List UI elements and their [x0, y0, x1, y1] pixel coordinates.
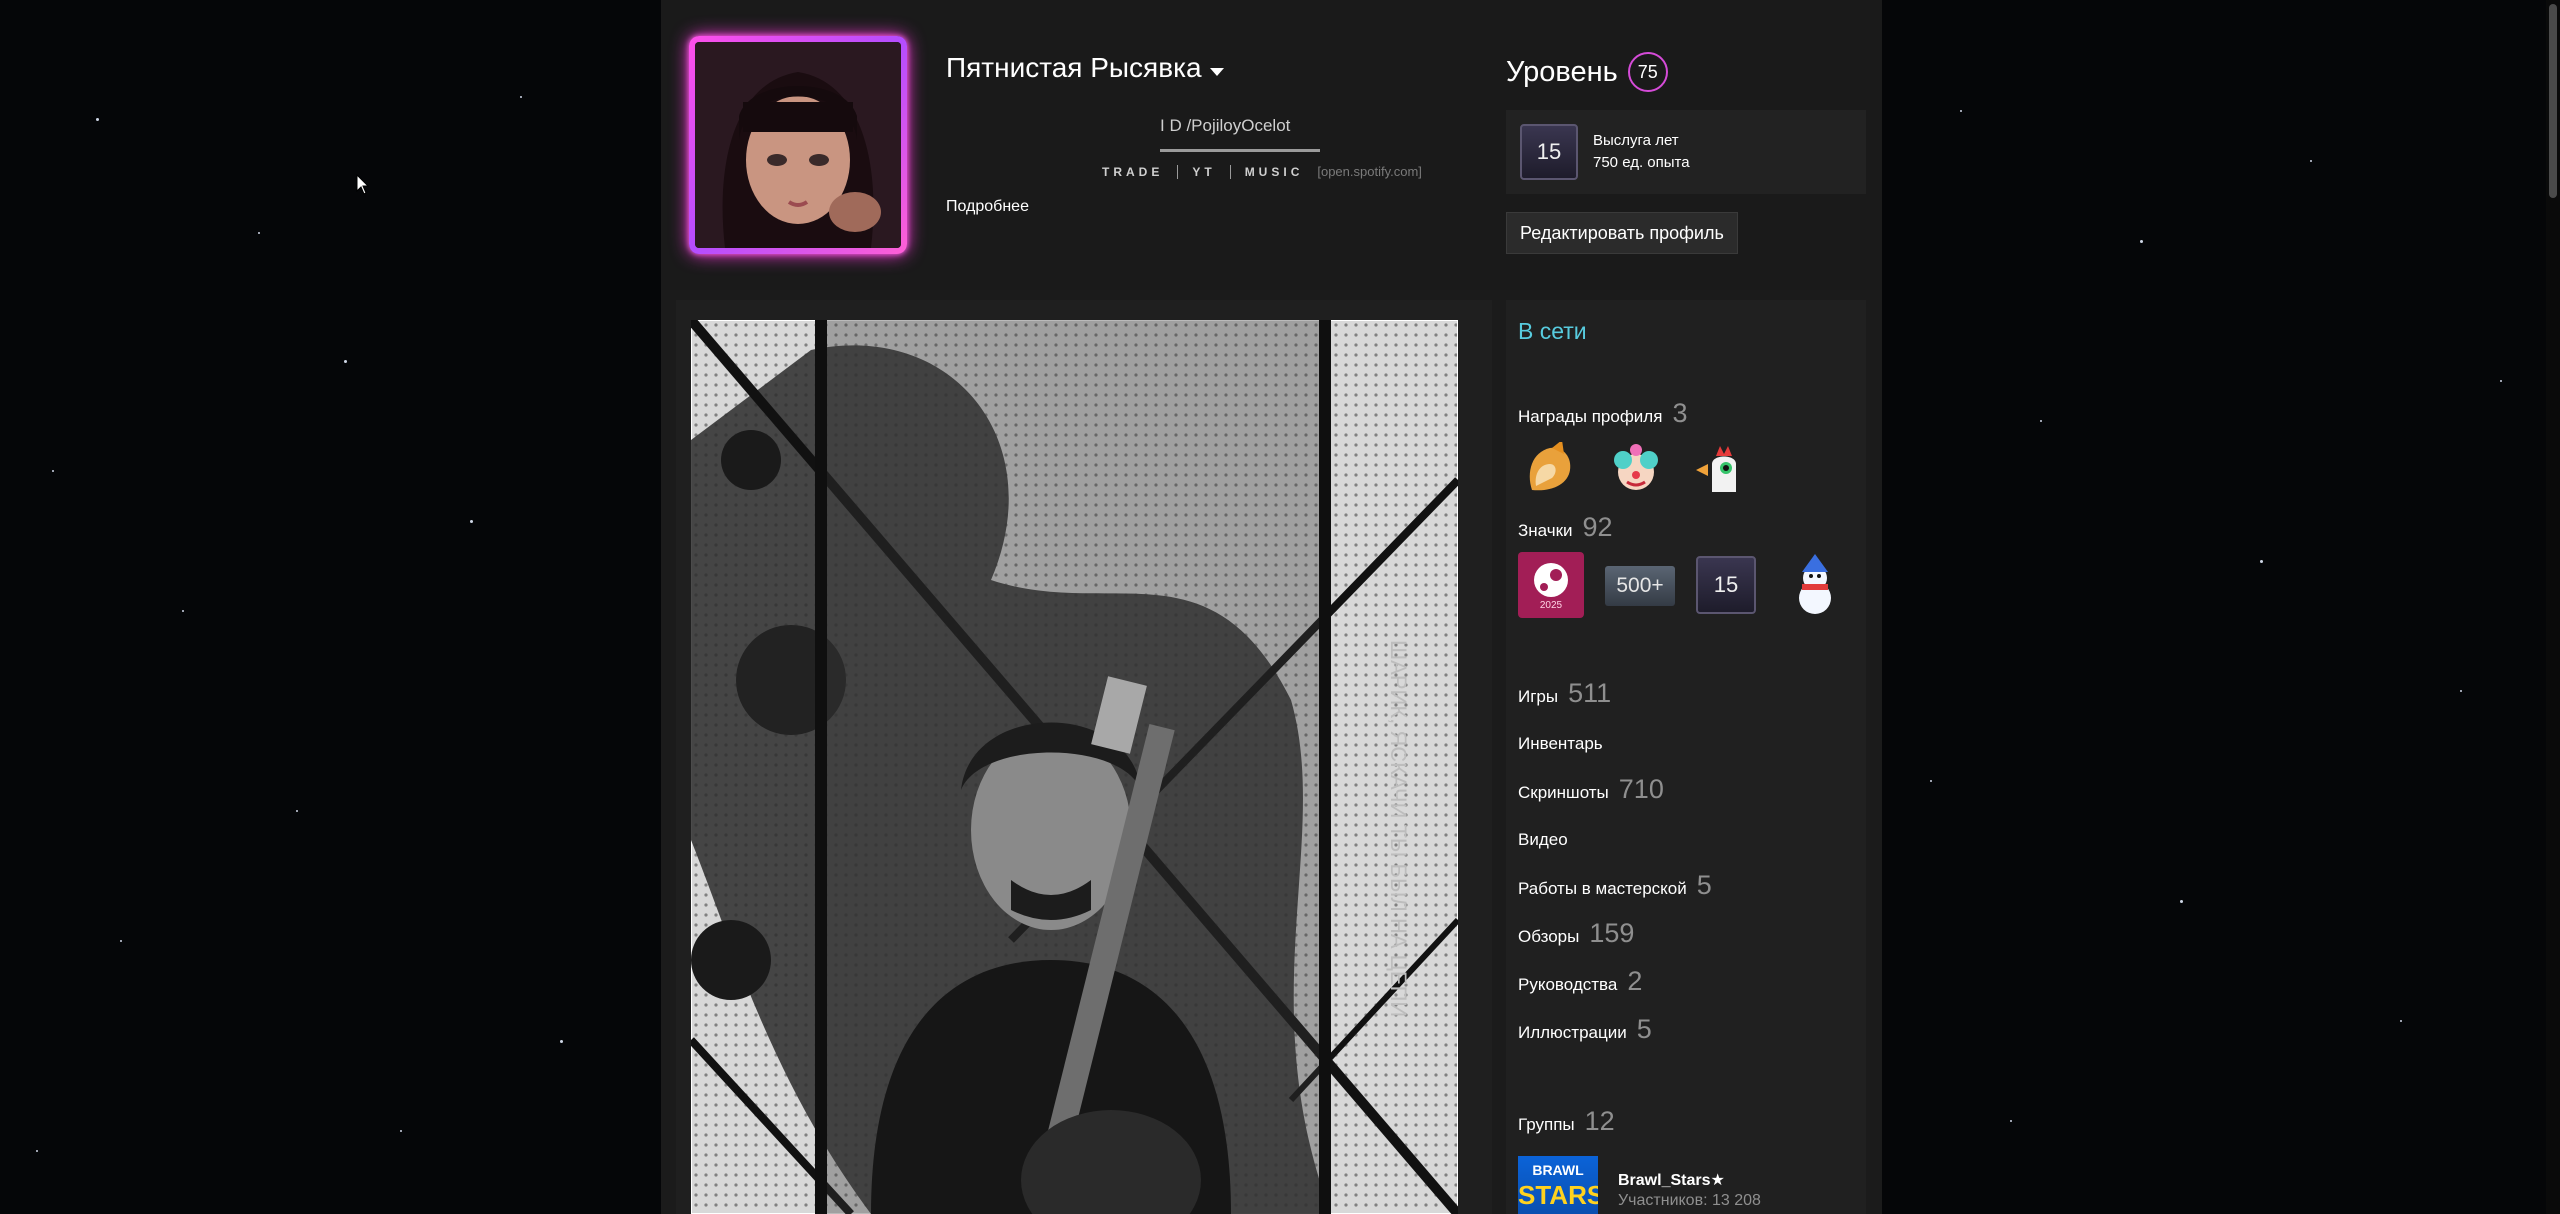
stat-guides-label: Руководства: [1518, 975, 1618, 994]
level-badge[interactable]: 75: [1627, 52, 1668, 92]
artwork-showcase[interactable]: ШАРИК, ЯСКАЧИ ТЫ БЫЛ НА ЦЕПИ: [691, 320, 1458, 1214]
profile-sidebar: [1506, 300, 1866, 1214]
stat-guides[interactable]: Руководства 2: [1518, 966, 1642, 997]
awards-label: Награды профиля: [1518, 407, 1663, 426]
stat-artwork-label: Иллюстрации: [1518, 1023, 1627, 1042]
stat-games-count: 511: [1568, 678, 1612, 708]
id-underline: [1160, 149, 1320, 152]
more-info-link[interactable]: Подробнее: [946, 198, 1029, 216]
stat-videos-label: Видео: [1518, 830, 1568, 849]
stat-games[interactable]: Игры 511: [1518, 678, 1611, 709]
stat-artwork[interactable]: Иллюстрации 5: [1518, 1014, 1652, 1045]
500-plus-badge-icon[interactable]: 500+: [1605, 566, 1675, 606]
tagline-yt: YT: [1192, 164, 1216, 179]
steam-2025-badge-icon[interactable]: 2025: [1518, 552, 1584, 618]
group-members: Участников: 13 208: [1618, 1192, 1761, 1209]
profile-awards-link[interactable]: Награды профиля 3: [1518, 398, 1687, 429]
persona-name-text: Пятнистая Рысявка: [946, 52, 1202, 83]
stat-screenshots[interactable]: Скриншоты 710: [1518, 774, 1664, 805]
stat-videos[interactable]: Видео: [1518, 830, 1568, 850]
level-label: Уровень: [1506, 55, 1618, 88]
stat-guides-count: 2: [1627, 966, 1643, 996]
fox-award-icon[interactable]: [1522, 442, 1576, 496]
stat-reviews[interactable]: Обзоры 159: [1518, 918, 1634, 949]
rooster-award-icon[interactable]: [1692, 442, 1746, 496]
stat-reviews-count: 159: [1589, 918, 1635, 948]
tagline-url[interactable]: [open.spotify.com]: [1317, 164, 1422, 179]
stat-workshop-count: 5: [1696, 870, 1712, 900]
stat-inventory[interactable]: Инвентарь: [1518, 734, 1603, 754]
badges-count: 92: [1582, 512, 1613, 542]
stat-reviews-label: Обзоры: [1518, 927, 1580, 946]
stat-screenshots-count: 710: [1618, 774, 1664, 804]
profile-tagline: TRADE YT MUSIC [open.spotify.com]: [1102, 164, 1422, 179]
clown-award-icon[interactable]: [1609, 442, 1663, 496]
stat-workshop-label: Работы в мастерской: [1518, 879, 1687, 898]
tagline-divider: [1229, 164, 1231, 179]
profile-id-line: I D /PojiloyOcelot: [1160, 116, 1291, 135]
awards-count: 3: [1672, 398, 1688, 428]
years-15-badge-icon[interactable]: 15: [1696, 556, 1756, 614]
snowman-badge-icon[interactable]: [1782, 552, 1848, 618]
groups-count: 12: [1584, 1106, 1615, 1136]
artwork-image: ШАРИК, ЯСКАЧИ ТЫ БЫЛ НА ЦЕПИ: [691, 320, 1458, 1214]
online-status: В сети: [1518, 318, 1587, 344]
stat-artwork-count: 5: [1636, 1014, 1652, 1044]
mouse-cursor-icon: [356, 174, 370, 195]
tagline-music: MUSIC: [1244, 164, 1304, 179]
brawl-stars-group-logo[interactable]: BRAWL STARS: [1518, 1156, 1598, 1214]
years-of-service-badge-icon: 15: [1520, 124, 1578, 180]
chevron-down-icon[interactable]: [1209, 68, 1224, 76]
level-section: Уровень 75: [1506, 52, 1668, 92]
group-name[interactable]: Brawl_Stars★: [1618, 1170, 1725, 1190]
groups-link[interactable]: Группы 12: [1518, 1106, 1615, 1137]
badges-label: Значки: [1518, 521, 1573, 540]
stat-workshop[interactable]: Работы в мастерской 5: [1518, 870, 1712, 901]
tagline-trade: TRADE: [1102, 164, 1164, 179]
xp-text: Выслуга лет 750 ед. опыта: [1593, 130, 1690, 174]
steam-logo-icon: [1534, 562, 1568, 597]
group-logo-top: BRAWL: [1532, 1162, 1584, 1178]
stat-games-label: Игры: [1518, 687, 1559, 706]
stat-inventory-label: Инвентарь: [1518, 734, 1603, 753]
edit-profile-button[interactable]: Редактировать профиль: [1506, 212, 1738, 254]
avatar[interactable]: [695, 42, 901, 248]
group-logo-bottom: STARS: [1518, 1180, 1598, 1210]
xp-points: 750 ед. опыта: [1593, 154, 1690, 171]
stat-screenshots-label: Скриншоты: [1518, 783, 1609, 802]
badge-2025-year: 2025: [1539, 599, 1563, 611]
badges-link[interactable]: Значки 92: [1518, 512, 1613, 543]
artwork-vertical-text: ШАРИК, ЯСКАЧИ ТЫ БЫЛ НА ЦЕПИ: [1386, 640, 1411, 1017]
persona-name[interactable]: Пятнистая Рысявка: [946, 52, 1224, 84]
tagline-divider: [1177, 164, 1179, 179]
avatar-portrait-icon: [695, 42, 901, 248]
xp-title: Выслуга лет: [1593, 132, 1679, 149]
scrollbar-thumb[interactable]: [2549, 4, 2557, 198]
groups-label: Группы: [1518, 1115, 1575, 1134]
